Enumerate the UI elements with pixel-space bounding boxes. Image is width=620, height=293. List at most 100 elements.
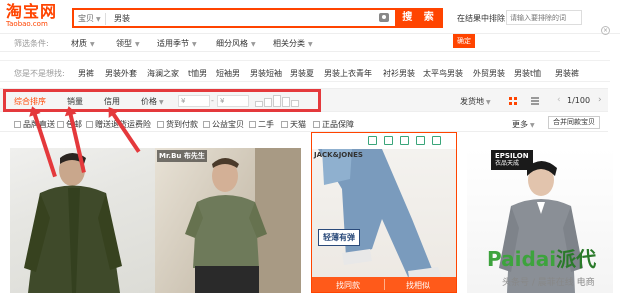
chevron-down-icon: ▼ xyxy=(486,99,491,106)
prev-page-icon[interactable]: ‹ xyxy=(557,95,561,105)
search-type-label: 宝贝 xyxy=(78,14,94,23)
chevron-down-icon: ▼ xyxy=(135,41,140,48)
filter-material[interactable]: 材质 ▼ xyxy=(71,38,95,49)
checkbox[interactable] xyxy=(157,121,164,128)
related-item[interactable]: 男裤 xyxy=(78,68,94,79)
option-label: 二手 xyxy=(258,120,274,129)
related-item[interactable]: 男装裤 xyxy=(555,68,579,79)
promo-banner: 轻薄有弹 xyxy=(318,229,360,246)
option-cod[interactable]: 货到付款 xyxy=(157,119,198,130)
chevron-down-icon: ▼ xyxy=(251,41,256,48)
option-charity[interactable]: 公益宝贝 xyxy=(203,119,244,130)
checkbox[interactable] xyxy=(281,121,288,128)
checkbox[interactable] xyxy=(203,121,210,128)
related-item[interactable]: t恤男 xyxy=(188,68,207,79)
camera-icon[interactable] xyxy=(379,13,389,22)
filter-season[interactable]: 适用季节 ▼ xyxy=(157,38,197,49)
watermark-latin: Paidai xyxy=(487,247,557,271)
related-item[interactable]: 男装上衣青年 xyxy=(324,68,372,79)
related-item[interactable]: 男装外套 xyxy=(105,68,137,79)
checkbox[interactable] xyxy=(57,121,64,128)
search-button[interactable]: 搜 索 xyxy=(397,8,443,28)
annotation-highlight-box xyxy=(3,89,321,112)
option-label: 公益宝贝 xyxy=(212,120,244,129)
search-box[interactable]: 宝贝 ▼ 男装 xyxy=(72,8,397,28)
brand-subname: 衣品天成 xyxy=(495,160,520,167)
option-genuine[interactable]: 正品保障 xyxy=(313,119,354,130)
filter-category[interactable]: 相关分类 ▼ xyxy=(273,38,313,49)
settings-icon[interactable] xyxy=(432,136,441,145)
find-same-button[interactable]: 找同款 xyxy=(336,280,360,291)
option-label: 天猫 xyxy=(290,120,306,129)
watermark-logo: Paidai派代 xyxy=(487,243,596,272)
related-item[interactable]: 短袖男 xyxy=(216,68,240,79)
related-searches: 您是不是想找: 男裤 男装外套 海澜之家 t恤男 短袖男 男装短袖 男装夏 男装… xyxy=(0,60,610,82)
related-item[interactable]: 男装夏 xyxy=(290,68,314,79)
list-view-icon[interactable] xyxy=(531,97,539,105)
grid-view-icon[interactable] xyxy=(509,97,517,105)
option-tmall[interactable]: 天猫 xyxy=(281,119,306,130)
option-label: 正品保障 xyxy=(322,120,354,129)
product-card-hovered[interactable]: JACK&JONES 轻薄有弹 找同款 找相似 xyxy=(311,132,457,293)
top-header: 淘宝网 Taobao.com 宝贝 ▼ 男装 搜 索 在结果中排除 xyxy=(0,0,620,34)
ship-from-select[interactable]: 发货地 ▼ xyxy=(460,96,491,107)
filter-collar[interactable]: 领型 ▼ xyxy=(116,38,140,49)
options-row: 品牌直送 包邮 赠送退货运费险 货到付款 公益宝贝 二手 天猫 正品保障 更多▼… xyxy=(0,114,608,132)
filter-row: 筛选条件: 材质 ▼ 领型 ▼ 适用季节 ▼ 细分风格 ▼ 相关分类 ▼ xyxy=(0,34,600,52)
logo-text: 淘宝网 xyxy=(6,2,58,21)
watermark-caption: 头条号 / 晨菲在线 电商 xyxy=(502,278,595,288)
brand-label: JACK&JONES xyxy=(314,151,363,159)
filter-style-label: 细分风格 xyxy=(216,39,248,48)
find-similar-button[interactable]: 找相似 xyxy=(406,280,430,291)
option-label: 货到付款 xyxy=(166,120,198,129)
product-image[interactable] xyxy=(312,149,456,292)
similar-icon[interactable] xyxy=(368,136,377,145)
chevron-down-icon: ▼ xyxy=(90,41,95,48)
product-card[interactable]: Mr.Bu 布先生 xyxy=(155,148,301,293)
close-icon[interactable]: × xyxy=(601,26,610,35)
related-item[interactable]: 外贸男装 xyxy=(473,68,505,79)
related-item[interactable]: 海澜之家 xyxy=(147,68,179,79)
more-options[interactable]: 更多 ▼ xyxy=(512,119,535,130)
expand-icon[interactable] xyxy=(384,136,393,145)
watermark-han: 派代 xyxy=(556,247,597,271)
jeans-figure xyxy=(318,149,442,283)
chevron-down-icon: ▼ xyxy=(192,41,197,48)
option-secondhand[interactable]: 二手 xyxy=(249,119,274,130)
confirm-button[interactable]: 确定 xyxy=(453,34,475,48)
exclude-input[interactable] xyxy=(506,10,582,25)
filter-category-label: 相关分类 xyxy=(273,39,305,48)
checkbox[interactable] xyxy=(313,121,320,128)
checkbox[interactable] xyxy=(249,121,256,128)
filter-material-label: 材质 xyxy=(71,39,87,48)
taobao-logo[interactable]: 淘宝网 Taobao.com xyxy=(6,2,58,29)
product-toolbar xyxy=(312,133,456,149)
page-indicator: 1/100 xyxy=(567,96,591,105)
search-input[interactable]: 男装 xyxy=(114,13,130,25)
search-type-select[interactable]: 宝贝 ▼ xyxy=(78,13,106,25)
product-actions: 找同款 找相似 xyxy=(312,277,456,292)
related-item[interactable]: 男装短袖 xyxy=(250,68,282,79)
ship-from-label: 发货地 xyxy=(460,97,484,106)
brand-name: EPSILON xyxy=(495,152,529,160)
checkbox[interactable] xyxy=(86,121,93,128)
related-item[interactable]: 衬衫男装 xyxy=(383,68,415,79)
save-icon[interactable] xyxy=(400,136,409,145)
product-image[interactable] xyxy=(155,148,301,293)
related-label: 您是不是想找: xyxy=(14,69,65,78)
filter-style[interactable]: 细分风格 ▼ xyxy=(216,38,256,49)
more-label: 更多 xyxy=(512,120,528,129)
checkbox[interactable] xyxy=(14,121,21,128)
filter-label: 筛选条件: xyxy=(14,39,49,48)
brand-label: Mr.Bu 布先生 xyxy=(157,150,207,162)
share-icon[interactable] xyxy=(416,136,425,145)
chevron-down-icon: ▼ xyxy=(530,122,535,129)
related-item[interactable]: 男装t恤 xyxy=(514,68,541,79)
filter-collar-label: 领型 xyxy=(116,39,132,48)
chevron-down-icon: ▼ xyxy=(308,41,313,48)
model-figure xyxy=(185,148,301,293)
next-page-icon[interactable]: › xyxy=(598,95,602,105)
related-item[interactable]: 太平鸟男装 xyxy=(423,68,463,79)
divider xyxy=(384,279,385,290)
merge-same-button[interactable]: 合并同款宝贝 xyxy=(548,116,600,129)
